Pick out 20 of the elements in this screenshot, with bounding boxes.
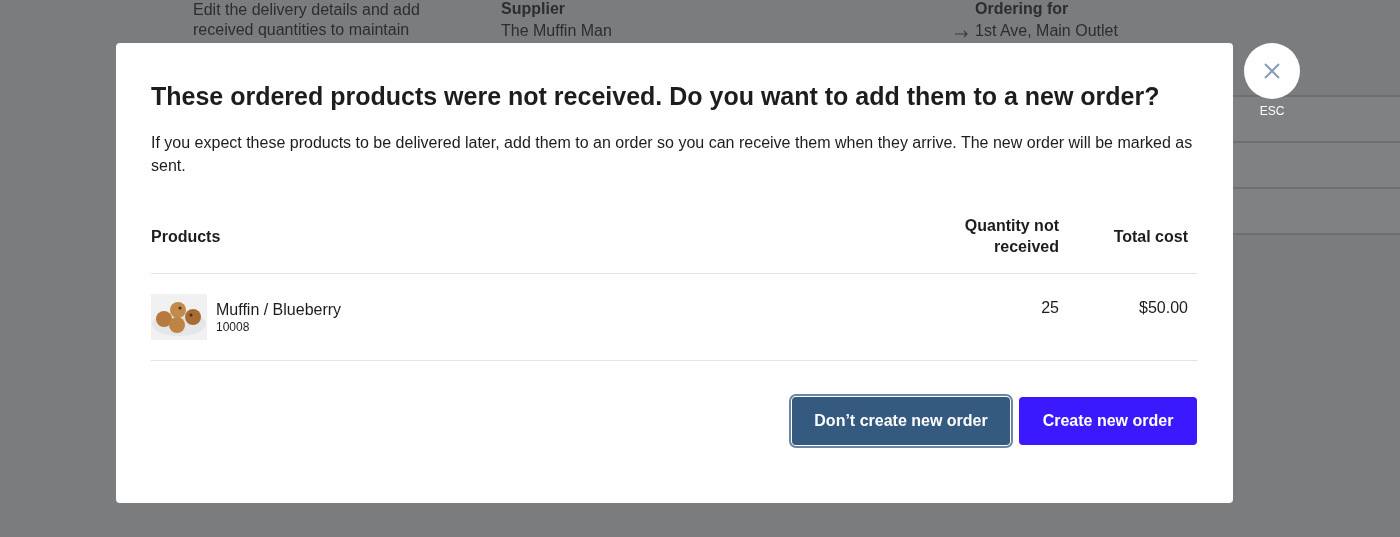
- product-name: Muffin / Blueberry: [216, 299, 342, 320]
- dialog-message: If you expect these products to be delivered later, add them to an order so you can receive them when they arrive. The new order will be marked as sent.: [151, 133, 1194, 176]
- close-icon: [1263, 62, 1281, 80]
- ordering-for-label: Ordering for: [975, 0, 1070, 18]
- column-header: Quantity not received: [939, 215, 1068, 274]
- table-cell: $50.00: [1068, 273, 1197, 361]
- table-cell: 25: [939, 273, 1068, 361]
- close-button[interactable]: [1244, 43, 1300, 99]
- page-description: Edit the delivery details and add received quantities to maintain: [193, 0, 421, 40]
- product-sku: 10008: [216, 319, 251, 335]
- location-name: 1st Ave, Main Outlet: [975, 21, 1118, 41]
- supplier-name: The Muffin Man: [501, 21, 613, 41]
- column-header: Products: [151, 215, 939, 274]
- arrow-icon: [955, 30, 969, 38]
- esc-hint: ESC: [1259, 104, 1285, 118]
- cancel-button[interactable]: Don’t create new order: [792, 397, 1010, 445]
- supplier-label: Supplier: [501, 0, 566, 18]
- column-header: Total cost: [1068, 215, 1197, 274]
- create-order-button[interactable]: Create new order: [1019, 397, 1197, 445]
- dialog-title: These ordered products were not received. Do you want to add them to a new order?: [151, 81, 1161, 112]
